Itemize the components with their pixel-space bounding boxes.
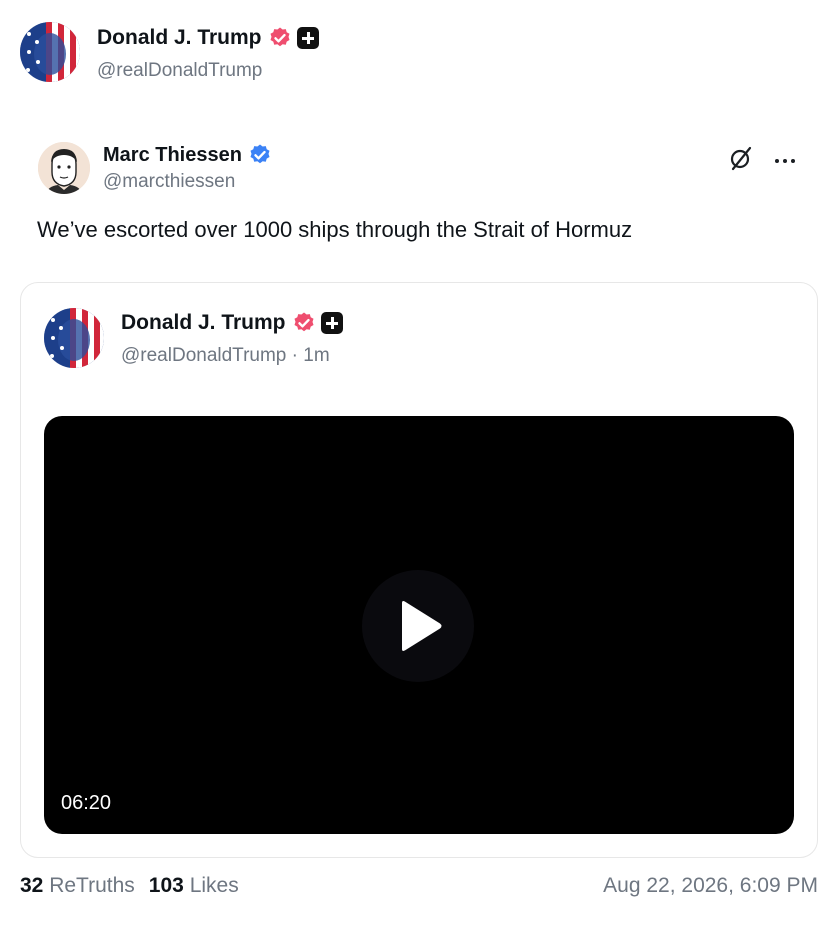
post-stats: 32 ReTruths 103 Likes (20, 874, 239, 898)
video-duration: 06:20 (61, 792, 112, 814)
author-name[interactable]: Donald J. Trump (97, 26, 262, 50)
retruths-stat[interactable]: 32 ReTruths (20, 874, 135, 897)
reposter-handle[interactable]: @marcthiessen (103, 171, 235, 193)
author-name-row: Donald J. Trump (97, 26, 319, 50)
plus-badge-icon (296, 27, 319, 49)
reposter-name[interactable]: Marc Thiessen (103, 144, 242, 167)
reposter-name-row: Marc Thiessen (103, 143, 272, 167)
play-button[interactable] (362, 570, 474, 682)
rebroadcast-icon[interactable] (728, 145, 754, 176)
plus-badge-icon (320, 312, 343, 334)
likes-count: 103 (148, 874, 184, 897)
quoted-author-name[interactable]: Donald J. Trump (121, 311, 286, 335)
retruths-label: ReTruths (49, 874, 135, 897)
quoted-author-avatar[interactable] (44, 308, 104, 368)
author-handle[interactable]: @realDonaldTrump (97, 60, 262, 82)
post-timestamp[interactable]: Aug 22, 2026, 6:09 PM (603, 874, 818, 898)
author-avatar[interactable] (20, 22, 80, 82)
verified-pink-badge-icon (268, 26, 292, 50)
quoted-post-time[interactable]: · 1m (292, 345, 330, 366)
quoted-author-handle-row: @realDonaldTrump · 1m (121, 345, 330, 367)
quoted-author-handle[interactable]: @realDonaldTrump (121, 345, 286, 366)
post-actions (728, 145, 796, 176)
more-icon[interactable] (774, 152, 796, 170)
verified-pink-badge-icon (292, 311, 316, 335)
likes-stat[interactable]: 103 Likes (149, 874, 239, 897)
video-player[interactable]: 06:20 (44, 416, 794, 834)
post-text: We’ve escorted over 1000 ships through t… (37, 217, 633, 242)
verified-blue-badge-icon (248, 143, 272, 167)
quoted-author-name-row: Donald J. Trump (121, 311, 343, 335)
retruths-count: 32 (20, 874, 44, 897)
likes-label: Likes (189, 874, 239, 897)
reposter-avatar[interactable] (38, 142, 90, 194)
play-icon (402, 601, 442, 651)
